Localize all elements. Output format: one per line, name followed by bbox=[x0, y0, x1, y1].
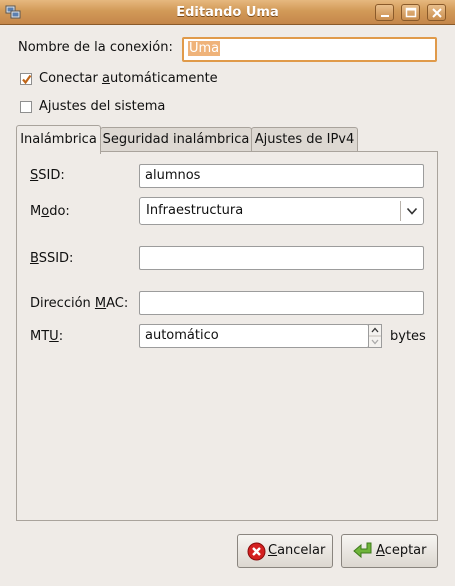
mtu-spin-input[interactable]: automático bbox=[139, 324, 369, 348]
title-bar[interactable]: Editando Uma bbox=[0, 0, 455, 25]
connection-name-input[interactable]: Uma bbox=[182, 37, 437, 62]
cancel-icon bbox=[247, 542, 266, 561]
system-settings-checkbox[interactable] bbox=[20, 101, 32, 113]
mac-address-input[interactable] bbox=[139, 291, 424, 315]
checkmark-icon bbox=[22, 74, 32, 85]
tab-inalambrica[interactable]: Inalámbrica bbox=[16, 125, 101, 154]
combo-separator bbox=[400, 201, 401, 221]
ssid-input[interactable]: alumnos bbox=[139, 164, 424, 188]
minimize-icon bbox=[381, 15, 389, 17]
mtu-unit-label: bytes bbox=[390, 329, 426, 344]
tab-ajustes-ipv4[interactable]: Ajustes de IPv4 bbox=[251, 127, 358, 153]
auto-connect-label[interactable]: Conectar automáticamente bbox=[39, 71, 218, 86]
mac-address-label: Dirección MAC: bbox=[30, 296, 129, 311]
connection-name-label: Nombre de la conexión: bbox=[18, 40, 173, 55]
system-settings-label[interactable]: Ajustes del sistema bbox=[39, 99, 165, 114]
ssid-label: SSID: bbox=[30, 168, 65, 183]
mode-selected-value: Infraestructura bbox=[146, 203, 244, 218]
maximize-icon bbox=[405, 7, 417, 18]
chevron-down-icon bbox=[406, 207, 418, 215]
connection-editor-window: Editando Uma Nombre de la conexión: Uma bbox=[0, 0, 455, 586]
bssid-input[interactable] bbox=[139, 246, 424, 270]
tab-seguridad-inalambrica[interactable]: Seguridad inalámbrica bbox=[100, 127, 252, 153]
mode-select[interactable]: Infraestructura bbox=[139, 197, 424, 225]
cancel-button[interactable]: Cancelar bbox=[237, 534, 333, 568]
mode-label: Modo: bbox=[30, 204, 70, 219]
close-button[interactable] bbox=[427, 4, 446, 21]
connection-name-value: Uma bbox=[188, 41, 221, 56]
accept-button[interactable]: Aceptar bbox=[341, 534, 438, 568]
apply-icon bbox=[353, 542, 372, 559]
mtu-spin-buttons[interactable] bbox=[368, 324, 382, 348]
bssid-label: BSSID: bbox=[30, 251, 74, 266]
minimize-button[interactable] bbox=[375, 4, 394, 21]
maximize-button[interactable] bbox=[401, 4, 420, 21]
auto-connect-checkbox[interactable] bbox=[20, 73, 32, 85]
mtu-label: MTU: bbox=[30, 329, 64, 344]
close-icon bbox=[432, 8, 442, 18]
